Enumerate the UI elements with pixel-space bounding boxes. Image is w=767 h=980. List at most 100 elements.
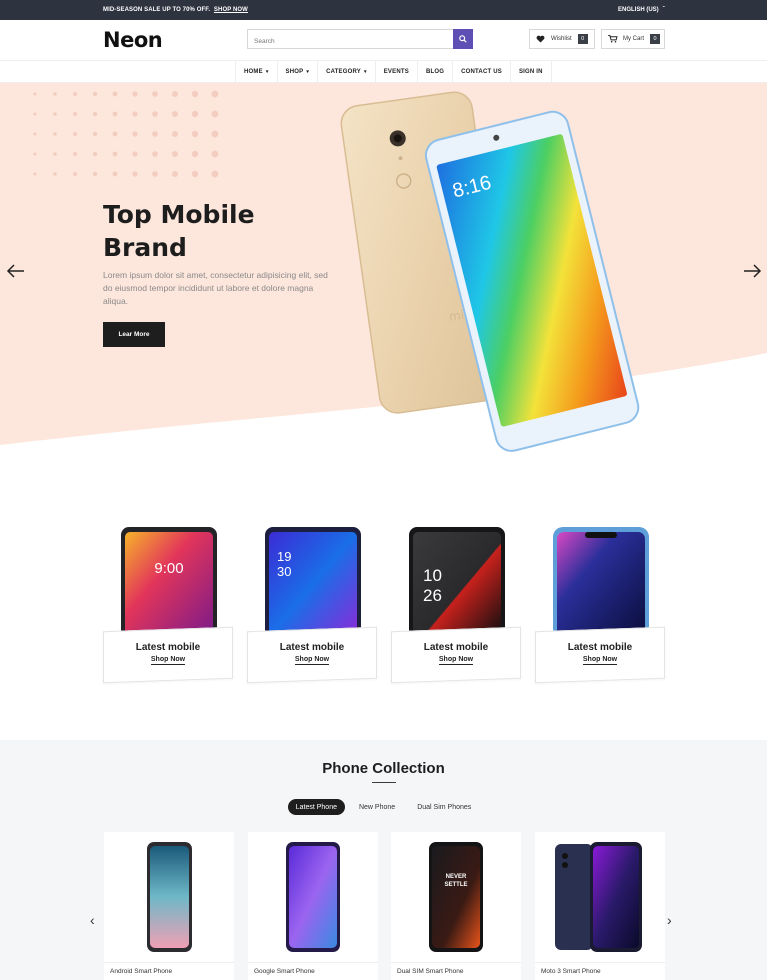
title-underline: [372, 782, 396, 783]
wishlist-count: 0: [577, 34, 588, 44]
product-image: NEVER SETTLE: [429, 842, 483, 952]
tab-dual-sim-phones[interactable]: Dual Sim Phones: [409, 799, 479, 815]
hero-title-line1: Top Mobile: [103, 200, 255, 229]
phone-image: [553, 527, 649, 637]
product-image: [555, 842, 642, 952]
product-name[interactable]: Google Smart Phone: [254, 968, 315, 975]
category-title: Latest mobile: [423, 642, 489, 653]
phone-image: 19 30: [265, 527, 361, 637]
category-card-label-box: [391, 626, 521, 684]
heart-icon: [536, 35, 545, 43]
hero-title-line2: Brand: [103, 233, 187, 262]
nav-item-shop[interactable]: SHOP ▾: [278, 61, 319, 82]
screen-text-line2: 26: [423, 586, 442, 605]
collection-tabs: Latest Phone New Phone Dual Sim Phones: [0, 799, 767, 815]
tab-latest-phone[interactable]: Latest Phone: [287, 799, 345, 815]
category-card[interactable]: 9:00 Latest mobile Shop Now: [103, 525, 233, 685]
category-card[interactable]: Latest mobile Shop Now: [535, 525, 665, 685]
category-card[interactable]: 19 30 Latest mobile Shop Now: [247, 525, 377, 685]
screen-text-line1: 10: [423, 566, 442, 585]
wishlist-button[interactable]: Wishlist 0: [529, 29, 595, 49]
learn-more-button[interactable]: Lear More: [103, 322, 165, 347]
section-title: Phone Collection: [322, 760, 445, 777]
category-card-label-box: [535, 626, 665, 684]
language-label: ENGLISH (US): [618, 7, 659, 13]
chevron-right-icon[interactable]: ›: [667, 912, 672, 928]
hero-slider: Top Mobile Brand Lorem ipsum dolor sit am…: [0, 83, 767, 455]
chevron-down-icon: ▾: [306, 68, 310, 75]
product-card[interactable]: Google Smart Phone: [248, 832, 378, 980]
nav-item-sign-in[interactable]: SIGN IN: [511, 61, 552, 82]
nav-item-events[interactable]: EVENTS: [376, 61, 418, 82]
nav-item-home[interactable]: HOME ▾: [236, 61, 278, 82]
shop-now-link[interactable]: Shop Now: [582, 656, 618, 665]
product-card[interactable]: Moto 3 Smart Phone: [535, 832, 665, 980]
phone-image: 10 26: [409, 527, 505, 637]
screen-text: 9:00: [154, 560, 183, 577]
shop-now-link[interactable]: Shop Now: [438, 656, 474, 665]
phone-image: 9:00: [121, 527, 217, 637]
phone-collection-section: Phone Collection Latest Phone New Phone …: [0, 740, 767, 980]
header: Neon Wishlist 0 My Cart 0: [0, 20, 767, 60]
product-name[interactable]: Moto 3 Smart Phone: [541, 968, 601, 975]
promo-text: MID-SEASON SALE UP TO 70% OFF. SHOP NOW: [103, 7, 248, 13]
cart-icon: [608, 35, 618, 43]
divider: [391, 962, 521, 963]
hero-phones-image: mi 8:16: [340, 91, 640, 452]
product-card[interactable]: NEVER SETTLE Dual SIM Smart Phone: [391, 832, 521, 980]
arrow-right-icon[interactable]: [742, 263, 762, 279]
chevron-down-icon: ▾: [364, 68, 367, 75]
nav-item-category[interactable]: CATEGORY ▾: [318, 61, 376, 82]
cart-label: My Cart: [623, 36, 644, 42]
nav-item-label: EVENTS: [383, 68, 409, 75]
nav-item-contact-us[interactable]: CONTACT US: [453, 61, 511, 82]
hero-description: Lorem ipsum dolor sit amet, consectetur …: [103, 270, 328, 306]
cart-button[interactable]: My Cart 0: [601, 29, 665, 49]
search-icon: [459, 35, 467, 43]
chevron-down-icon: ˇ: [662, 7, 665, 13]
shop-now-link[interactable]: Shop Now: [150, 656, 186, 665]
screen-text-line1: 19: [277, 549, 291, 564]
wishlist-label: Wishlist: [551, 36, 572, 42]
product-name[interactable]: Dual SIM Smart Phone: [397, 968, 463, 975]
shop-now-link[interactable]: SHOP NOW: [214, 7, 248, 13]
nav-item-blog[interactable]: BLOG: [418, 61, 454, 82]
nav-item-label: CONTACT US: [461, 68, 502, 75]
divider: [104, 962, 234, 963]
search-input[interactable]: [248, 32, 448, 51]
category-card-label-box: [247, 626, 377, 684]
divider: [248, 962, 378, 963]
search-box: [247, 29, 473, 51]
svg-text:mi: mi: [448, 308, 465, 324]
tab-new-phone[interactable]: New Phone: [351, 799, 403, 815]
arrow-left-icon[interactable]: [6, 263, 26, 279]
divider: [535, 962, 665, 963]
shop-now-container: Shop Now: [247, 656, 377, 665]
nav-item-label: BLOG: [425, 68, 445, 75]
product-image: [147, 842, 192, 952]
nav-item-label: SHOP: [285, 68, 304, 75]
chevron-down-icon: ▾: [265, 68, 269, 75]
nav-item-label: CATEGORY: [326, 68, 361, 75]
shop-now-container: Shop Now: [391, 656, 521, 665]
shop-now-container: Shop Now: [103, 656, 233, 665]
search-button[interactable]: [453, 29, 473, 49]
screen-text-line2: 30: [277, 564, 291, 579]
product-screen-text-line2: SETTLE: [444, 882, 467, 888]
cart-count: 0: [650, 34, 660, 44]
hero-title: Top Mobile Brand: [103, 198, 303, 264]
chevron-left-icon[interactable]: ‹: [90, 912, 95, 928]
category-card[interactable]: 10 26 Latest mobile Shop Now: [391, 525, 521, 685]
top-bar: MID-SEASON SALE UP TO 70% OFF. SHOP NOW …: [0, 0, 767, 20]
product-card[interactable]: Android Smart Phone: [104, 832, 234, 980]
language-selector[interactable]: ENGLISH (US) ˇ: [618, 7, 665, 13]
category-title: Latest mobile: [279, 642, 345, 653]
logo[interactable]: Neon: [103, 28, 163, 52]
dot-pattern: [33, 90, 219, 178]
main-nav: HOME ▾ SHOP ▾ CATEGORY ▾ EVENTS BLOG CONTAC…: [0, 60, 767, 83]
product-name[interactable]: Android Smart Phone: [110, 968, 172, 975]
nav-item-label: HOME: [244, 68, 263, 75]
category-title: Latest mobile: [567, 642, 633, 653]
shop-now-container: Shop Now: [535, 656, 665, 665]
shop-now-link[interactable]: Shop Now: [294, 656, 330, 665]
